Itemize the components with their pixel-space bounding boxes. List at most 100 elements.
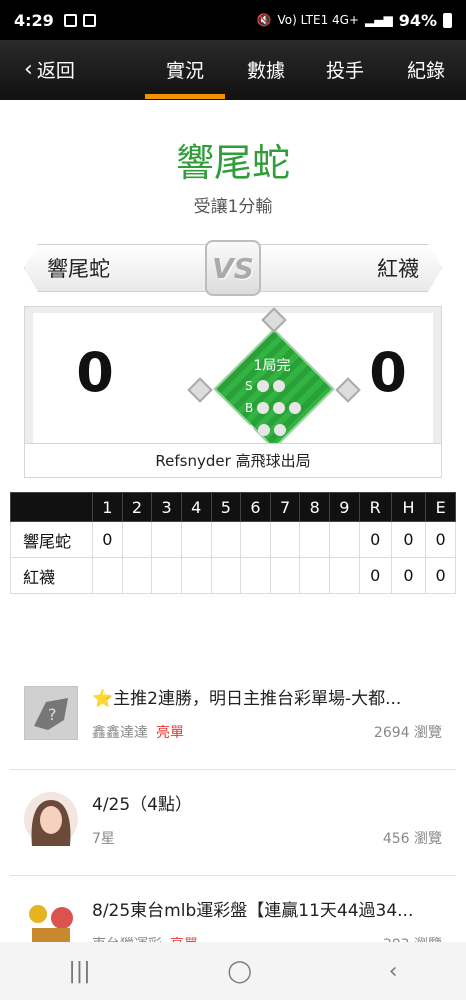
feed-item-author: 鑫鑫達達 (92, 725, 148, 741)
check-notification-icon (82, 13, 96, 27)
home-team-name[interactable]: 紅襪 (242, 244, 442, 292)
result-subtitle: 受讓1分輸 (193, 197, 273, 217)
status-bar: 4:29 🔇 Vo) LTE1 4G+ ▂▄▆ 94% (0, 0, 466, 40)
away-score: 0 (76, 341, 114, 404)
ball-label: B (245, 401, 254, 415)
hits-cell: 0 (390, 521, 427, 558)
table-row: 紅襪 0 0 0 (10, 557, 456, 594)
inning-cell (329, 557, 360, 594)
away-team-name[interactable]: 響尾蛇 (24, 244, 224, 292)
row-team: 紅襪 (10, 557, 93, 594)
out-dot (258, 424, 271, 436)
box-score-header-row: 1 2 3 4 5 6 7 8 9 R H E (10, 492, 456, 522)
header-cell: 1 (92, 492, 123, 522)
signal-icon: ▂▄▆ (365, 13, 393, 27)
header-cell: 3 (151, 492, 182, 522)
errors-cell: 0 (425, 557, 456, 594)
third-base-icon (187, 377, 213, 403)
inning-cell (299, 521, 330, 558)
tab-record[interactable]: 紀錄 (386, 56, 466, 83)
strike-label: S (245, 379, 253, 393)
baseball-diamond: 1局完 S B O (187, 307, 361, 461)
status-time: 4:29 (14, 10, 54, 30)
header-cell: 6 (240, 492, 271, 522)
inning-cell (151, 557, 182, 594)
matchup-bar: 響尾蛇 紅襪 VS (24, 240, 442, 296)
header-cell: 4 (180, 492, 212, 522)
scoreboard-panel: 0 0 1局完 S B O Refsnyder 高飛球出局 (24, 306, 442, 478)
feed-item-title: 8/25東台mlb運彩盤【連贏11天44過34... (92, 901, 414, 921)
recent-apps-icon[interactable]: ||| (68, 959, 90, 984)
header-cell (10, 492, 93, 522)
feed-item-tag: 亮單 (156, 725, 184, 741)
inning-cell (180, 557, 212, 594)
list-item[interactable]: ? ⭐主推2連勝，明日主推台彩單場-大都... 鑫鑫達達 亮單 2694 瀏覽 (10, 664, 456, 770)
inning-cell (329, 521, 360, 558)
inning-cell (180, 521, 212, 558)
home-score: 0 (369, 341, 407, 404)
gallery-notification-icon (63, 13, 77, 27)
top-nav: ‹ 返回 實況 數據 投手 紀錄 (0, 40, 466, 100)
ball-dot (273, 402, 286, 414)
header-cell: 2 (121, 492, 153, 522)
inning-cell (151, 521, 182, 558)
runs-cell: 0 (358, 557, 392, 594)
svg-text:?: ? (48, 705, 57, 724)
leading-team-title: 響尾蛇 (175, 141, 290, 185)
ball-count: B (245, 401, 302, 415)
inning-cell: 0 (92, 521, 123, 558)
system-nav-bar: ||| ◯ ‹ (0, 942, 466, 1000)
inning-cell (92, 557, 123, 594)
out-label: O (245, 423, 255, 437)
feed-item-meta: 鑫鑫達達 亮單 (92, 722, 184, 742)
article-feed: ? ⭐主推2連勝，明日主推台彩單場-大都... 鑫鑫達達 亮單 2694 瀏覽 4… (10, 664, 456, 982)
chevron-left-icon: ‹ (24, 56, 33, 82)
back-arrow-icon[interactable]: ‹ (389, 959, 398, 984)
battery-percent: 94% (398, 10, 437, 30)
battery-icon (443, 12, 452, 28)
inning-cell (240, 557, 271, 594)
tab-live[interactable]: 實況 (145, 56, 225, 99)
inning-cell (210, 521, 242, 558)
runs-cell: 0 (358, 521, 392, 558)
back-button[interactable]: ‹ 返回 (24, 56, 75, 83)
tab-stats[interactable]: 數據 (226, 56, 306, 83)
feed-item-views: 2694 瀏覽 (373, 725, 442, 741)
first-base-icon (335, 377, 361, 403)
inning-cell (299, 557, 330, 594)
header-cell: E (425, 492, 456, 522)
feed-item-author: 7星 (92, 831, 115, 847)
back-label: 返回 (36, 60, 75, 82)
header-cell: H (390, 492, 427, 522)
out-dot (274, 424, 287, 436)
avatar (24, 792, 78, 846)
inning-cell (269, 557, 301, 594)
home-icon[interactable]: ◯ (227, 959, 252, 984)
header-cell: 7 (269, 492, 301, 522)
errors-cell: 0 (425, 521, 456, 558)
feed-item-title: ⭐主推2連勝，明日主推台彩單場-大都... (92, 689, 402, 709)
inning-cell (240, 521, 271, 558)
header-cell: 5 (210, 492, 242, 522)
tab-pitcher[interactable]: 投手 (305, 56, 385, 83)
strike-dot (256, 380, 269, 392)
row-team: 響尾蛇 (10, 521, 93, 558)
ball-dot (289, 402, 302, 414)
list-item[interactable]: 4/25（4點） 7星 456 瀏覽 (10, 770, 456, 876)
box-score-table: 1 2 3 4 5 6 7 8 9 R H E 響尾蛇 0 0 0 0 紅襪 0… (10, 492, 456, 594)
status-right: 🔇 Vo) LTE1 4G+ ▂▄▆ 94% (257, 11, 452, 30)
inning-cell (210, 557, 242, 594)
inning-cell (121, 521, 153, 558)
header-cell: R (358, 492, 392, 522)
hits-cell: 0 (390, 557, 427, 594)
placeholder-image-icon: ? (24, 686, 78, 740)
strike-dot (272, 380, 285, 392)
inning-cell (269, 521, 301, 558)
feed-item-meta: 7星 (92, 828, 123, 848)
header-cell: 8 (299, 492, 330, 522)
ball-dot (257, 402, 270, 414)
inning-cell (121, 557, 153, 594)
vs-badge: VS (205, 240, 261, 296)
header-cell: 9 (329, 492, 360, 522)
feed-item-title: 4/25（4點） (92, 795, 192, 815)
